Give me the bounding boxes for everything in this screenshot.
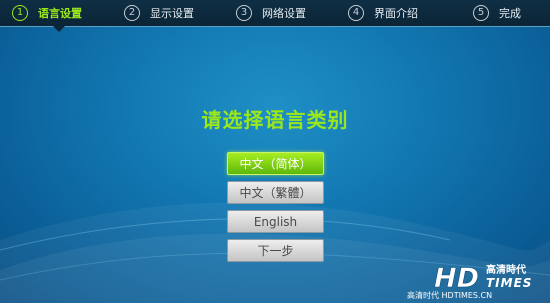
- step-network: 3 网络设置: [236, 3, 306, 23]
- setup-step-bar: 1 语言设置 2 显示设置 3 网络设置 4 界面介绍 5 完成: [0, 0, 550, 27]
- step-label-finish: 完成: [499, 7, 521, 20]
- hdtimes-watermark-logo: HD 高清時代 TIMES: [434, 263, 532, 290]
- step-display: 2 显示设置: [124, 3, 194, 23]
- page-title: 请选择语言类别: [201, 108, 349, 132]
- step-label-interface: 界面介绍: [374, 7, 418, 20]
- step-label-network: 网络设置: [262, 7, 306, 20]
- step-finish: 5 完成: [473, 3, 521, 23]
- step-language: 1 语言设置: [12, 3, 82, 23]
- step-number-4: 4: [348, 5, 364, 21]
- svg-text:HD: HD: [434, 263, 479, 290]
- svg-text:TIMES: TIMES: [486, 276, 532, 290]
- step-number-2: 2: [124, 5, 140, 21]
- active-step-pointer: [53, 26, 65, 32]
- language-option-english[interactable]: English: [227, 210, 324, 233]
- step-label-language: 语言设置: [38, 7, 82, 20]
- step-number-5: 5: [473, 5, 489, 21]
- step-label-display: 显示设置: [150, 7, 194, 20]
- svg-text:高清時代: 高清時代: [486, 263, 526, 276]
- step-interface: 4 界面介绍: [348, 3, 418, 23]
- next-button[interactable]: 下一步: [227, 239, 324, 262]
- step-number-3: 3: [236, 5, 252, 21]
- language-option-traditional-chinese[interactable]: 中文（繁體）: [227, 181, 324, 204]
- language-option-simplified-chinese[interactable]: 中文（简体）: [227, 152, 324, 175]
- watermark-url: 高清时代 HDTIMES.CN: [407, 291, 493, 300]
- step-number-1: 1: [12, 5, 28, 21]
